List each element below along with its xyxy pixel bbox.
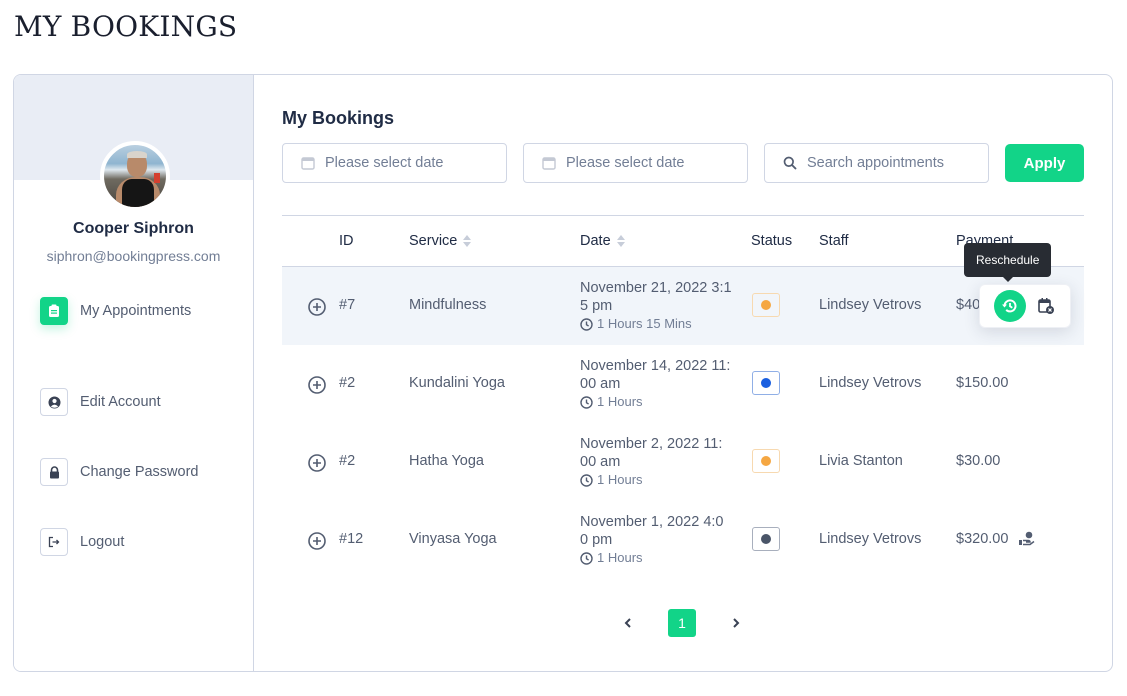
booking-id: #2	[339, 375, 356, 391]
page-title: MY BOOKINGS	[14, 10, 238, 43]
booking-date: November 14, 2022 11: 00 am 1 Hours	[580, 358, 731, 409]
booking-date: November 1, 2022 4:0 0 pm 1 Hours	[580, 514, 724, 565]
sidebar-nav: My Appointments Edit Account Change Pass…	[40, 297, 240, 577]
table-body: #7 Mindfulness November 21, 2022 3:1 5 p…	[282, 243, 1084, 579]
cancel-appointment-button[interactable]	[1036, 296, 1056, 316]
table-row[interactable]: #2 Kundalini Yoga November 14, 2022 11: …	[282, 345, 1084, 423]
booking-date: November 21, 2022 3:1 5 pm 1 Hours 15 Mi…	[580, 280, 732, 331]
column-header-id: ID	[339, 233, 354, 249]
column-header-date[interactable]: Date	[580, 233, 625, 249]
calendar-icon	[542, 156, 556, 170]
search-field[interactable]	[764, 143, 989, 183]
sidebar-item-change-password[interactable]: Change Password	[40, 437, 240, 507]
booking-id: #7	[339, 297, 356, 313]
column-header-service[interactable]: Service	[409, 233, 472, 249]
sidebar-item-logout[interactable]: Logout	[40, 507, 240, 577]
clipboard-icon	[40, 297, 68, 325]
booking-date: November 2, 2022 11: 00 am 1 Hours	[580, 436, 723, 487]
status-dot	[761, 456, 771, 466]
status-dot	[761, 378, 771, 388]
sidebar: Cooper Siphron siphron@bookingpress.com …	[14, 75, 254, 671]
service-name: Mindfulness	[409, 297, 487, 313]
main-content: My Bookings Apply ID Service	[282, 75, 1084, 671]
sidebar-item-label: Change Password	[80, 464, 199, 480]
staff-name: Lindsey Vetrovs	[819, 297, 922, 313]
sort-icon[interactable]	[616, 235, 625, 247]
chevron-left-icon	[624, 618, 631, 628]
pagination: 1	[618, 609, 746, 637]
end-date-field[interactable]	[523, 143, 748, 183]
lock-icon	[40, 458, 68, 486]
section-title: My Bookings	[282, 108, 395, 128]
apply-button[interactable]: Apply	[1005, 144, 1084, 182]
calendar-cancel-icon	[1038, 298, 1054, 314]
reschedule-tooltip: Reschedule	[964, 243, 1052, 282]
calendar-icon	[301, 156, 315, 170]
duration: 1 Hours	[597, 550, 643, 565]
expand-row-icon[interactable]	[307, 375, 327, 395]
staff-name: Livia Stanton	[819, 453, 903, 469]
end-date-input[interactable]	[566, 155, 726, 171]
status-dot	[761, 300, 771, 310]
expand-row-icon[interactable]	[307, 297, 327, 317]
next-page-button[interactable]	[726, 609, 746, 637]
bookings-table: ID Service Date Status Staff Payment #7 …	[282, 215, 1084, 579]
status-badge[interactable]	[752, 293, 780, 317]
user-email: siphron@bookingpress.com	[46, 248, 221, 264]
status-badge[interactable]	[752, 449, 780, 473]
page-number-button[interactable]: 1	[668, 609, 696, 637]
prev-page-button[interactable]	[618, 609, 638, 637]
logout-icon	[40, 528, 68, 556]
hand-coin-icon	[1018, 531, 1036, 547]
user-name: Cooper Siphron	[73, 220, 194, 237]
table-row[interactable]: #7 Mindfulness November 21, 2022 3:1 5 p…	[282, 243, 1084, 345]
clock-icon	[580, 551, 593, 565]
payment-amount: $30.00	[956, 453, 1001, 469]
history-icon	[1002, 299, 1017, 313]
start-date-input[interactable]	[325, 155, 485, 171]
sidebar-item-label: Edit Account	[80, 394, 161, 410]
service-name: Vinyasa Yoga	[409, 531, 497, 547]
start-date-field[interactable]	[282, 143, 507, 183]
sidebar-item-label: My Appointments	[80, 303, 192, 319]
status-badge[interactable]	[752, 527, 780, 551]
sidebar-item-my-appointments[interactable]: My Appointments	[40, 297, 240, 325]
row-actions-popover	[979, 284, 1071, 328]
expand-row-icon[interactable]	[307, 453, 327, 473]
bookings-card: Cooper Siphron siphron@bookingpress.com …	[13, 74, 1113, 672]
staff-name: Lindsey Vetrovs	[819, 531, 922, 547]
status-dot	[761, 534, 771, 544]
status-badge[interactable]	[752, 371, 780, 395]
avatar	[100, 141, 170, 211]
column-header-staff: Staff	[819, 233, 849, 249]
clock-icon	[580, 473, 593, 487]
chevron-right-icon	[733, 618, 740, 628]
clock-icon	[580, 317, 593, 331]
reschedule-button[interactable]	[994, 290, 1026, 322]
user-circle-icon	[40, 388, 68, 416]
duration: 1 Hours	[597, 394, 643, 409]
search-input[interactable]	[807, 155, 967, 171]
service-name: Kundalini Yoga	[409, 375, 505, 391]
sidebar-item-label: Logout	[80, 534, 125, 550]
table-row[interactable]: #12 Vinyasa Yoga November 1, 2022 4:0 0 …	[282, 501, 1084, 579]
table-row[interactable]: #2 Hatha Yoga November 2, 2022 11: 00 am…	[282, 423, 1084, 501]
staff-name: Lindsey Vetrovs	[819, 375, 922, 391]
duration: 1 Hours 15 Mins	[597, 316, 692, 331]
service-name: Hatha Yoga	[409, 453, 484, 469]
clock-icon	[580, 395, 593, 409]
duration: 1 Hours	[597, 472, 643, 487]
sort-icon[interactable]	[463, 235, 472, 247]
booking-id: #12	[339, 531, 364, 547]
column-header-status: Status	[751, 233, 793, 249]
sidebar-item-edit-account[interactable]: Edit Account	[40, 367, 240, 437]
expand-row-icon[interactable]	[307, 531, 327, 551]
payment-amount: $150.00	[956, 375, 1009, 391]
booking-id: #2	[339, 453, 356, 469]
search-icon	[783, 156, 797, 170]
payment-amount: $320.00	[956, 531, 1036, 547]
